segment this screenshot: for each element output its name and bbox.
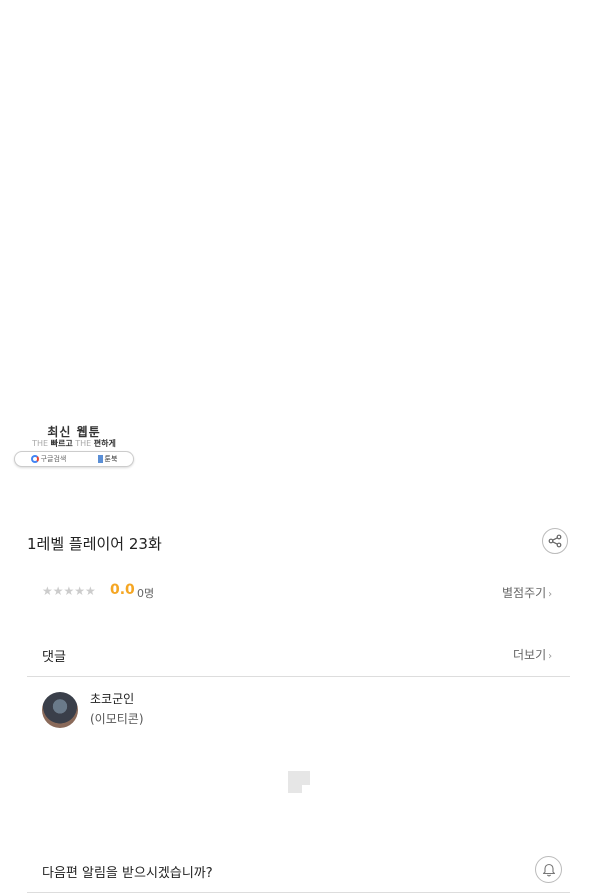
share-button[interactable]	[542, 528, 568, 554]
promo-google-search[interactable]: 구글검색	[30, 454, 67, 464]
notify-bell-button[interactable]	[535, 856, 562, 883]
notify-divider	[27, 892, 570, 893]
promo-subtitle: THE 빠르고 THE 편하게	[14, 438, 134, 449]
comments-more-button[interactable]: 더보기 ›	[513, 646, 552, 663]
episode-title: 1레벨 플레이어 23화	[27, 535, 162, 553]
promo-toonbook[interactable]: 툰북	[97, 454, 118, 464]
rate-label: 별점주기	[502, 586, 547, 600]
more-label: 더보기	[513, 648, 547, 662]
comment-author[interactable]: 초코군인	[90, 690, 134, 707]
promo-book-label: 툰북	[104, 455, 118, 463]
promo-the-2: THE	[75, 439, 92, 448]
image-placeholder-icon	[288, 771, 310, 793]
rating-stars[interactable]: ★★★★★	[42, 584, 96, 598]
promo-fast: 빠르고	[50, 439, 73, 448]
promo-the-1: THE	[32, 439, 49, 448]
chevron-right-icon: ›	[548, 651, 553, 662]
content-area	[0, 0, 597, 410]
bell-icon	[542, 863, 555, 877]
rate-button[interactable]: 별점주기 ›	[502, 584, 552, 601]
google-icon	[30, 455, 39, 463]
rating-count: 0명	[137, 587, 155, 600]
comments-heading: 댓글	[42, 650, 66, 665]
book-icon	[97, 455, 103, 463]
chevron-right-icon: ›	[548, 589, 553, 600]
comments-divider	[27, 676, 570, 677]
next-episode-notify-question: 다음편 알림을 받으시겠습니까?	[42, 866, 213, 881]
promo-banner[interactable]: 최신 웹툰 THE 빠르고 THE 편하게 구글검색 툰북	[14, 420, 134, 468]
promo-search-pill[interactable]: 구글검색 툰북	[14, 451, 134, 467]
rating-score: 0.0	[110, 582, 135, 598]
promo-google-label: 구글검색	[40, 455, 67, 463]
promo-easy: 편하게	[93, 439, 116, 448]
comment-text: (이모티콘)	[90, 712, 144, 726]
share-icon	[548, 534, 562, 548]
avatar[interactable]	[42, 692, 78, 728]
